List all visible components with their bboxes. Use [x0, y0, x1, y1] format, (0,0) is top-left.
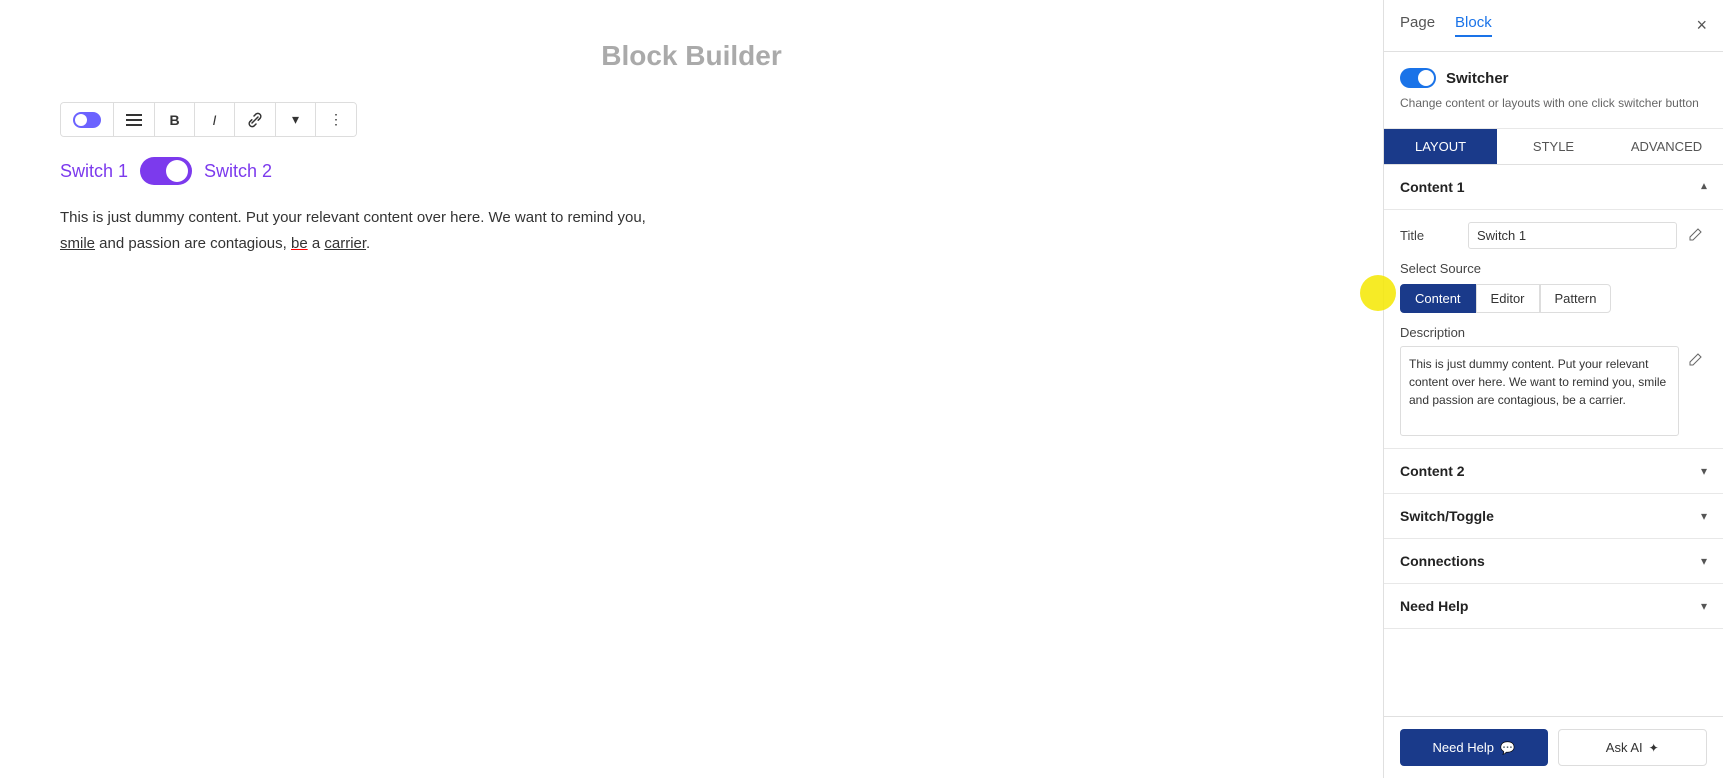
- select-source-label: Select Source: [1400, 261, 1707, 276]
- description-edit-btn[interactable]: [1685, 348, 1707, 373]
- connections-header[interactable]: Connections ▾: [1384, 539, 1723, 584]
- content1-header[interactable]: Content 1 ▾: [1384, 165, 1723, 210]
- tab-style[interactable]: STYLE: [1497, 129, 1610, 164]
- title-label: Title: [1400, 228, 1460, 243]
- toolbar-link-btn[interactable]: [235, 103, 276, 136]
- content1-title: Content 1: [1400, 179, 1465, 195]
- toolbar-more-btn[interactable]: ⋮: [316, 103, 356, 136]
- switch-label-1: Switch 1: [60, 161, 128, 182]
- switch-label-2: Switch 2: [204, 161, 272, 182]
- title-field-row: Title: [1400, 222, 1707, 249]
- need-help-btn-label: Need Help: [1433, 740, 1494, 755]
- switch-toggle-title: Switch/Toggle: [1400, 508, 1494, 524]
- tab-advanced[interactable]: ADVANCED: [1610, 129, 1723, 164]
- ai-icon: ✦: [1649, 741, 1659, 755]
- title-input[interactable]: [1468, 222, 1677, 249]
- be-link: be: [291, 235, 308, 252]
- close-button[interactable]: ×: [1696, 15, 1707, 36]
- toolbar-italic-btn[interactable]: I: [195, 103, 235, 136]
- panel-header: Page Block ×: [1384, 0, 1723, 52]
- toolbar-align-btn[interactable]: [114, 103, 155, 136]
- tab-page[interactable]: Page: [1400, 14, 1435, 37]
- need-help-chevron: ▾: [1701, 599, 1707, 613]
- content1-body: Title Select Source Content Editor Patte…: [1384, 210, 1723, 449]
- help-icon: 💬: [1500, 741, 1515, 755]
- need-help-header[interactable]: Need Help ▾: [1384, 584, 1723, 629]
- description-textarea[interactable]: This is just dummy content. Put your rel…: [1400, 346, 1679, 436]
- smile-link: smile: [60, 235, 95, 252]
- toggle-switch[interactable]: [140, 157, 192, 185]
- toggle-icon: [73, 112, 101, 128]
- page-title: Block Builder: [60, 40, 1323, 72]
- block-toolbar: B I ▾ ⋮: [60, 102, 357, 137]
- switcher-section: Switcher Change content or layouts with …: [1384, 52, 1723, 129]
- content-text: This is just dummy content. Put your rel…: [60, 205, 660, 256]
- need-help-button[interactable]: Need Help 💬: [1400, 729, 1548, 766]
- toolbar-dropdown-btn[interactable]: ▾: [276, 103, 316, 136]
- source-pattern-btn[interactable]: Pattern: [1540, 284, 1612, 313]
- need-help-title: Need Help: [1400, 598, 1468, 614]
- content2-title: Content 2: [1400, 463, 1465, 479]
- source-editor-btn[interactable]: Editor: [1476, 284, 1540, 313]
- switcher-description: Change content or layouts with one click…: [1400, 94, 1707, 112]
- switcher-title: Switcher: [1446, 70, 1509, 87]
- source-content-btn[interactable]: Content: [1400, 284, 1476, 313]
- tab-block[interactable]: Block: [1455, 14, 1492, 37]
- ask-ai-button[interactable]: Ask AI ✦: [1558, 729, 1708, 766]
- align-icon: [126, 112, 142, 128]
- bottom-buttons: Need Help 💬 Ask AI ✦: [1384, 716, 1723, 778]
- description-row: This is just dummy content. Put your rel…: [1400, 346, 1707, 436]
- switch-row: Switch 1 Switch 2: [60, 157, 1323, 185]
- toolbar-toggle-btn[interactable]: [61, 103, 114, 136]
- switcher-toggle[interactable]: [1400, 68, 1436, 88]
- connections-title: Connections: [1400, 553, 1485, 569]
- ask-ai-btn-label: Ask AI: [1606, 740, 1643, 755]
- tab-layout[interactable]: LAYOUT: [1384, 129, 1497, 164]
- title-edit-btn[interactable]: [1685, 223, 1707, 248]
- right-panel: Page Block × Switcher Change content or …: [1383, 0, 1723, 778]
- panel-tabs: Page Block: [1400, 14, 1492, 37]
- main-canvas: Block Builder B I ▾ ⋮ Switch 1 Switch 2 …: [0, 0, 1383, 778]
- edit-icon: [1689, 227, 1703, 241]
- switcher-header: Switcher: [1400, 68, 1707, 88]
- connections-chevron: ▾: [1701, 554, 1707, 568]
- source-buttons: Content Editor Pattern: [1400, 284, 1707, 313]
- content2-header[interactable]: Content 2 ▾: [1384, 449, 1723, 494]
- content1-chevron: ▾: [1701, 180, 1707, 194]
- description-label: Description: [1400, 325, 1707, 340]
- switch-toggle-chevron: ▾: [1701, 509, 1707, 523]
- switch-toggle-header[interactable]: Switch/Toggle ▾: [1384, 494, 1723, 539]
- desc-edit-icon: [1689, 352, 1703, 366]
- toolbar-bold-btn[interactable]: B: [155, 103, 195, 136]
- carrier-link: carrier: [324, 235, 366, 252]
- panel-content: Content 1 ▾ Title Select Source Content …: [1384, 165, 1723, 716]
- layout-tabs: LAYOUT STYLE ADVANCED: [1384, 129, 1723, 165]
- content2-chevron: ▾: [1701, 464, 1707, 478]
- link-icon: [247, 112, 263, 128]
